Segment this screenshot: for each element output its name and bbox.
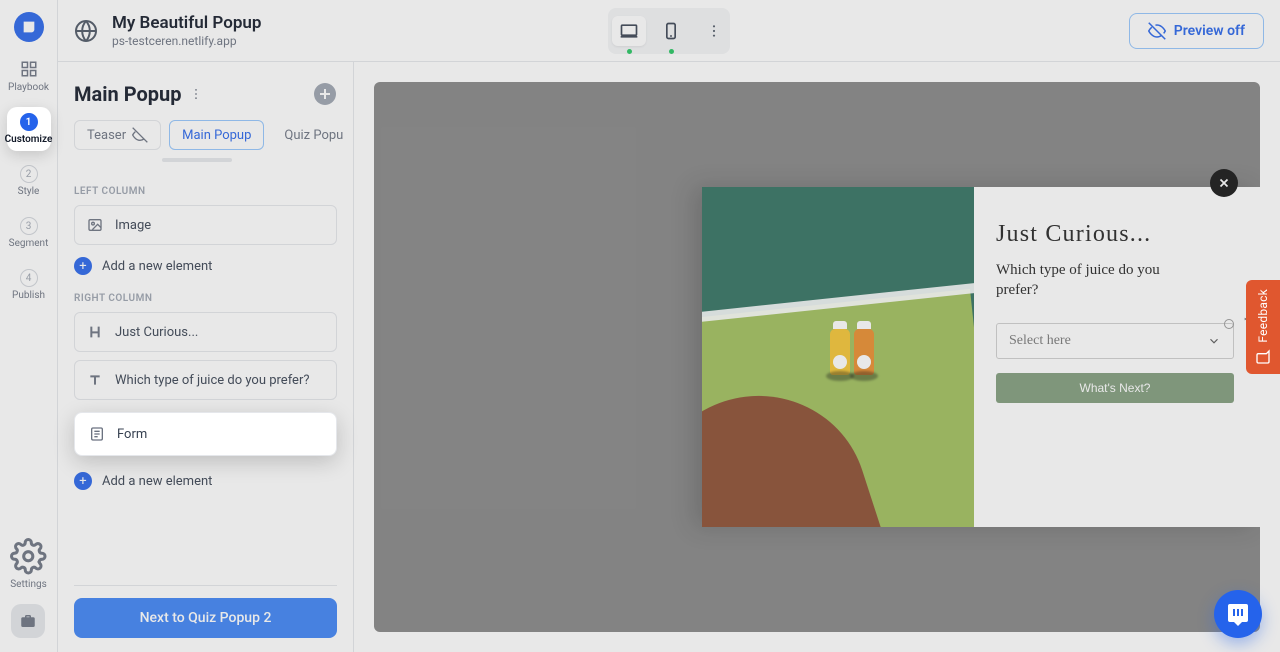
text-icon	[87, 372, 103, 388]
tab-quiz-popup[interactable]: Quiz Popu	[272, 120, 343, 150]
add-element-right[interactable]: + Add a new element	[74, 472, 337, 490]
popup-image	[702, 187, 974, 527]
step-label: Customize	[5, 134, 53, 145]
popup-select[interactable]: Select here	[996, 323, 1234, 359]
rail-playbook-label: Playbook	[8, 82, 49, 93]
chat-icon	[1255, 349, 1271, 365]
preview-canvas: Just Curious... Which type of juice do y…	[354, 62, 1280, 652]
device-mobile[interactable]	[654, 16, 688, 46]
chat-fab[interactable]	[1214, 590, 1262, 638]
eye-off-icon	[1148, 22, 1166, 40]
setup-steps: 1 Customize 2 Style 3 Segment 4 Publish	[0, 113, 57, 301]
section-right-column: RIGHT COLUMN	[74, 293, 337, 304]
element-text[interactable]: Which type of juice do you prefer?	[74, 360, 337, 400]
popup-title: My Beautiful Popup	[112, 13, 261, 33]
feedback-label: Feedback	[1256, 289, 1270, 343]
plus-icon: +	[74, 257, 92, 275]
device-desktop[interactable]	[612, 16, 646, 46]
close-icon	[1217, 176, 1231, 190]
editor-panel: Main Popup Teaser Main Popup Quiz Popu L…	[58, 62, 354, 652]
preview-frame: Just Curious... Which type of juice do y…	[374, 82, 1260, 632]
feedback-tab[interactable]: Feedback	[1246, 280, 1280, 374]
preview-label: Preview off	[1174, 23, 1245, 39]
section-left-column: LEFT COLUMN	[74, 186, 337, 197]
step-tabs: Teaser Main Popup Quiz Popu	[74, 120, 337, 150]
device-switcher	[608, 8, 730, 54]
add-step-button[interactable]	[313, 82, 337, 106]
rail-settings[interactable]: Settings	[10, 538, 47, 590]
briefcase-icon	[19, 612, 37, 630]
eye-off-icon	[132, 127, 148, 143]
tab-label: Teaser	[87, 128, 126, 143]
rail-workspace[interactable]	[11, 604, 45, 638]
element-label: Just Curious...	[115, 325, 198, 340]
top-bar: My Beautiful Popup ps-testceren.netlify.…	[58, 0, 1280, 62]
add-element-label: Add a new element	[102, 474, 212, 489]
step-label: Style	[18, 186, 40, 197]
select-placeholder: Select here	[1009, 333, 1071, 349]
tab-teaser[interactable]: Teaser	[74, 120, 161, 150]
tab-main-popup[interactable]: Main Popup	[169, 120, 264, 150]
title-block: My Beautiful Popup ps-testceren.netlify.…	[112, 13, 261, 48]
kebab-icon	[706, 23, 722, 39]
globe-icon[interactable]	[74, 19, 98, 43]
rail-playbook[interactable]: Playbook	[7, 60, 51, 93]
device-more[interactable]	[702, 12, 726, 50]
laptop-icon	[619, 21, 639, 41]
required-indicator: *	[1224, 319, 1234, 329]
image-icon	[87, 217, 103, 233]
mobile-icon	[661, 21, 681, 41]
step-customize[interactable]: 1 Customize	[4, 113, 54, 145]
rail-settings-label: Settings	[10, 579, 47, 590]
tab-label: Quiz Popu	[284, 128, 343, 143]
step-number: 4	[20, 269, 38, 287]
step-number: 3	[20, 217, 38, 235]
panel-menu[interactable]	[189, 87, 203, 101]
intercom-icon	[1226, 602, 1250, 626]
step-number: 1	[20, 113, 38, 131]
popup-heading: Just Curious...	[996, 221, 1234, 248]
heading-icon	[87, 324, 103, 340]
tab-label: Main Popup	[182, 128, 251, 143]
step-publish[interactable]: 4 Publish	[4, 269, 54, 301]
panel-title: Main Popup	[74, 82, 181, 106]
element-label: Image	[115, 218, 151, 233]
gear-icon	[10, 538, 47, 575]
plus-icon: +	[74, 472, 92, 490]
app-logo[interactable]	[14, 12, 44, 42]
next-step-button[interactable]: Next to Quiz Popup 2	[74, 598, 337, 638]
left-rail: Playbook 1 Customize 2 Style 3 Segment 4…	[0, 0, 58, 652]
step-style[interactable]: 2 Style	[4, 165, 54, 197]
chevron-down-icon	[1207, 334, 1221, 348]
next-label: Next to Quiz Popup 2	[140, 610, 272, 626]
cta-label: What's Next?	[1080, 381, 1151, 395]
element-form[interactable]: Form	[74, 412, 337, 456]
step-number: 2	[20, 165, 38, 183]
step-segment[interactable]: 3 Segment	[4, 217, 54, 249]
element-heading[interactable]: Just Curious...	[74, 312, 337, 352]
popup-preview: Just Curious... Which type of juice do y…	[702, 187, 1260, 527]
popup-question: Which type of juice do you prefer?	[996, 260, 1196, 301]
popup-cta-button[interactable]: What's Next?	[996, 373, 1234, 403]
logo-icon	[21, 19, 37, 35]
element-label: Form	[117, 427, 147, 442]
step-label: Segment	[9, 238, 49, 249]
element-image[interactable]: Image	[74, 205, 337, 245]
site-url: ps-testceren.netlify.app	[112, 34, 261, 48]
popup-close-button[interactable]	[1210, 169, 1238, 197]
kebab-icon	[189, 87, 203, 101]
form-icon	[89, 426, 105, 442]
preview-toggle[interactable]: Preview off	[1129, 13, 1264, 49]
tabs-scrollbar[interactable]	[162, 158, 232, 162]
element-label: Which type of juice do you prefer?	[115, 373, 310, 388]
grid-icon	[20, 60, 38, 78]
add-element-left[interactable]: + Add a new element	[74, 257, 337, 275]
step-label: Publish	[12, 290, 45, 301]
add-element-label: Add a new element	[102, 259, 212, 274]
